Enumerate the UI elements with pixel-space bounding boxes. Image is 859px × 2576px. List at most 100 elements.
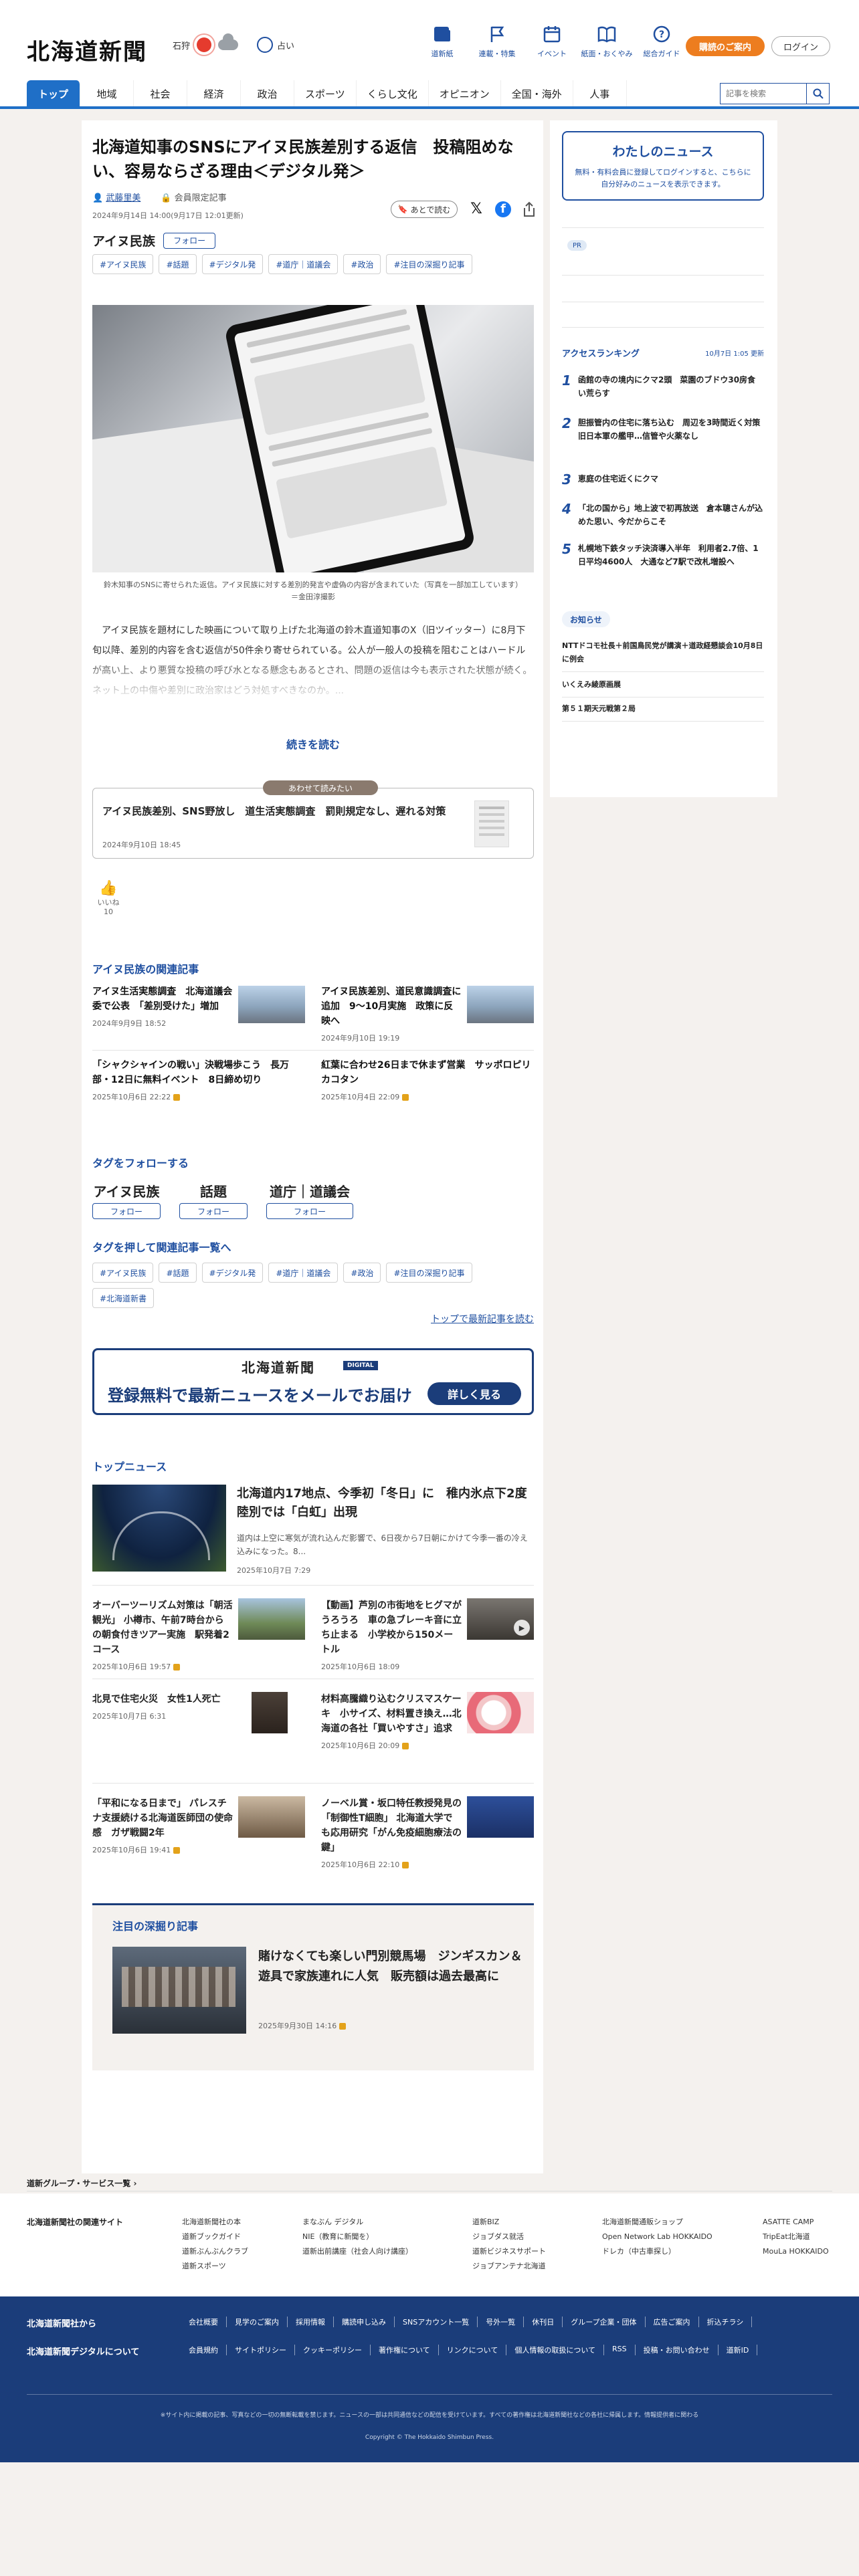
top-news-item-image[interactable] [467, 1692, 534, 1733]
read-more-link[interactable]: 続きを読む [92, 736, 534, 752]
tag[interactable]: #注目の深掘り記事 [386, 1263, 472, 1283]
weather-widget[interactable]: 石狩 占い [173, 33, 294, 53]
footer-link[interactable]: TripEat北海道 [763, 2230, 829, 2244]
related-item-title[interactable]: 紅葉に合わせ26日まで休まず営業 サッポロピリカコタン [321, 1058, 534, 1087]
top-news-item-image[interactable] [252, 1692, 288, 1733]
tag[interactable]: #道庁｜道議会 [268, 1263, 339, 1283]
author-name[interactable]: 武藤里美 [106, 193, 140, 203]
menu-culture[interactable]: くらし文化 [357, 80, 429, 107]
menu-world[interactable]: 全国・海外 [501, 80, 573, 107]
follow-button[interactable]: フォロー [179, 1203, 248, 1219]
subscribe-guide-button[interactable]: 購読のご案内 [686, 36, 765, 56]
also-read-title[interactable]: アイヌ民族差別、SNS野放し 道生活実態調査 罰則規定なし、遅れる対策 [102, 803, 450, 819]
footer-link[interactable]: グループ企業・団体 [563, 2317, 646, 2327]
footer-link[interactable]: 投稿・お問い合わせ [636, 2345, 719, 2355]
tag-follow-name[interactable]: 道庁｜道議会 [266, 1181, 353, 1200]
footer-link[interactable]: まなぶん デジタル [302, 2215, 413, 2230]
tag[interactable]: #政治 [343, 254, 381, 274]
ranking-title[interactable]: アクセスランキング [562, 346, 640, 359]
footer-link[interactable]: 購読申し込み [334, 2317, 395, 2327]
tag[interactable]: #デジタル発 [201, 1263, 264, 1283]
top-news-item-title[interactable]: オーバーツーリズム対策は「朝活観光」 小樽市、午前7時台からの朝食付きツアー実施… [92, 1598, 233, 1657]
top-news-hero-image[interactable] [92, 1485, 226, 1572]
nav-newspaper[interactable]: 道新紙 [415, 24, 470, 59]
footer-link[interactable]: 個人情報の取扱について [506, 2345, 605, 2355]
share-icon[interactable] [522, 201, 537, 217]
footer-link[interactable]: 北海道新聞通販ショップ [602, 2215, 712, 2230]
tag-follow-name[interactable]: アイヌ民族 [92, 1181, 161, 1200]
related-item-title[interactable]: アイヌ民族差別、道民意識調査に追加 9～10月実施 政策に反映へ [321, 984, 462, 1029]
group-services-link[interactable]: 道新グループ・サービス一覧 › [27, 2177, 136, 2189]
top-news-hero-title[interactable]: 北海道内17地点、今季初「冬日」に 稚内氷点下2度 陸別では「白虹」出現 [237, 1485, 539, 1522]
footer-link[interactable]: 号外一覧 [478, 2317, 524, 2327]
ranking-item[interactable]: 2 胆振管内の住宅に落ち込む 周辺を3時間近く対策 旧日本軍の艦甲…信管や火薬なし [562, 416, 768, 443]
featured-headline[interactable]: 賭けなくても楽しい門別競馬場 ジンギスカン＆遊具で家族連れに人気 販売額は過去最… [258, 1947, 526, 1987]
ranking-item[interactable]: 4 「北の国から」地上波で初再放送 倉本聰さんが込めた思い、今だからこそ [562, 502, 764, 528]
tag[interactable]: #話題 [159, 1263, 197, 1283]
footer-link[interactable]: ドレカ（中古車探し） [602, 2244, 712, 2259]
author[interactable]: 👤 武藤里美 [92, 191, 140, 203]
related-title[interactable]: アイヌ民族の関連記事 [92, 960, 199, 976]
tag[interactable]: #道庁｜道議会 [268, 254, 339, 274]
top-news-item-title[interactable]: ノーベル賞・坂口特任教授発見の「制御性T細胞」 北海道大学でも応用研究「がん免疫… [321, 1796, 462, 1855]
follow-button[interactable]: フォロー [92, 1203, 161, 1219]
related-item-title[interactable]: アイヌ生活実態調査 北海道議会委で公表 「差別受けた」増加 [92, 984, 233, 1014]
menu-sports[interactable]: スポーツ [294, 80, 357, 107]
related-thumbnail[interactable] [467, 986, 534, 1023]
tag[interactable]: #アイヌ民族 [92, 254, 154, 274]
menu-top[interactable]: トップ [27, 80, 80, 107]
ranking-item[interactable]: 5 札幌地下鉄タッチ決済導入半年 利用者2.7倍、1日平均4600人 大通など7駅… [562, 542, 764, 568]
ranking-item-title[interactable]: 恵庭の住宅近くにクマ [578, 472, 763, 487]
ranking-item[interactable]: 1 函館の寺の境内にクマ2頭 菜園のブドウ30房食い荒らす [562, 373, 764, 400]
top-news-item-image[interactable] [238, 1598, 305, 1640]
search-input[interactable] [721, 84, 806, 104]
related-item[interactable]: 「シャクシャインの戦い」決戦場歩こう 長万部・12日に無料イベント 8日締め切り… [92, 1058, 305, 1102]
footer-link[interactable]: 道新スポーツ [182, 2259, 248, 2274]
ranking-item-title[interactable]: 胆振管内の住宅に落ち込む 周辺を3時間近く対策 旧日本軍の艦甲…信管や火薬なし [578, 416, 768, 443]
also-read-card[interactable]: あわせて読みたい アイヌ民族差別、SNS野放し 道生活実態調査 罰則規定なし、遅… [92, 780, 534, 859]
tag[interactable]: #アイヌ民族 [92, 1263, 154, 1283]
nav-obituaries[interactable]: 紙面・おくやみ [579, 24, 634, 59]
tag[interactable]: #北海道新書 [92, 1288, 155, 1308]
follow-topic-button[interactable]: フォロー [163, 232, 216, 249]
footer-link[interactable]: ジョブアンテナ北海道 [472, 2259, 546, 2274]
footer-link[interactable]: 会員規約 [181, 2345, 227, 2355]
newsletter-banner[interactable]: 北海道新聞 DIGITAL 登録無料で最新ニュースをメールでお届け 詳しく見る [92, 1348, 534, 1415]
top-news-item[interactable]: オーバーツーリズム対策は「朝活観光」 小樽市、午前7時台からの朝食付きツアー実施… [92, 1598, 305, 1672]
top-news-item-title[interactable]: 「平和になる日まで」 パレスチナ支援続ける北海道医師団の使命感 ガザ戦闘2年 [92, 1796, 233, 1840]
featured-title[interactable]: 注目の深掘り記事 [112, 1917, 198, 1933]
menu-politics[interactable]: 政治 [241, 80, 294, 107]
footer-link[interactable]: ASATTE CAMP [763, 2215, 829, 2230]
notice-item[interactable]: いくえみ綾原画展 [562, 678, 764, 697]
top-news-item-image[interactable] [467, 1796, 534, 1838]
my-news-box[interactable]: わたしのニュース 無料・有料会員に登録してログインすると、こちらに自分好みのニュ… [562, 131, 764, 201]
login-button[interactable]: ログイン [771, 36, 830, 56]
site-logo[interactable]: 北海道新聞 [27, 33, 147, 66]
x-share-icon[interactable]: 𝕏 [468, 201, 484, 217]
footer-link[interactable]: 道新BIZ [472, 2215, 546, 2230]
footer-link[interactable]: 道新ID [719, 2345, 758, 2355]
ranking-item-title[interactable]: 函館の寺の境内にクマ2頭 菜園のブドウ30房食い荒らす [578, 373, 763, 400]
top-news-item[interactable]: 【動画】芦別の市街地をヒグマがうろうろ 車の急ブレーキ音に立ち止まる 小学校から… [321, 1598, 534, 1672]
related-item-title[interactable]: 「シャクシャインの戦い」決戦場歩こう 長万部・12日に無料イベント 8日締め切り [92, 1058, 305, 1087]
footer-link[interactable]: 広告ご案内 [646, 2317, 699, 2327]
tag-follow-name[interactable]: 話題 [179, 1181, 248, 1200]
ranking-item-title[interactable]: 札幌地下鉄タッチ決済導入半年 利用者2.7倍、1日平均4600人 大通など7駅で… [578, 542, 763, 568]
nav-guide[interactable]: ? 総合ガイド [634, 24, 689, 59]
footer-link[interactable]: 道新出前講座（社会人向け講座） [302, 2244, 413, 2259]
footer-link[interactable]: 道新ぶんぶんクラブ [182, 2244, 248, 2259]
footer-link[interactable]: RSS [604, 2345, 636, 2355]
menu-economy[interactable]: 経済 [187, 80, 241, 107]
footer-link[interactable]: 採用情報 [288, 2317, 334, 2327]
footer-link[interactable]: 道新ブックガイド [182, 2230, 248, 2244]
footer-link[interactable]: クッキーポリシー [295, 2345, 371, 2355]
footer-link[interactable]: 北海道新聞社の本 [182, 2215, 248, 2230]
related-thumbnail[interactable] [238, 986, 305, 1023]
nav-series[interactable]: 連載・特集 [470, 24, 524, 59]
top-news-title[interactable]: トップニュース [92, 1458, 167, 1474]
ranking-item[interactable]: 3 恵庭の住宅近くにクマ [562, 472, 764, 487]
footer-link[interactable]: NIE（教育に新聞を） [302, 2230, 413, 2244]
footer-link[interactable]: MouLa HOKKAIDO [763, 2244, 829, 2259]
top-news-item-image[interactable] [238, 1796, 305, 1838]
notice-title[interactable]: お知らせ [562, 611, 610, 627]
